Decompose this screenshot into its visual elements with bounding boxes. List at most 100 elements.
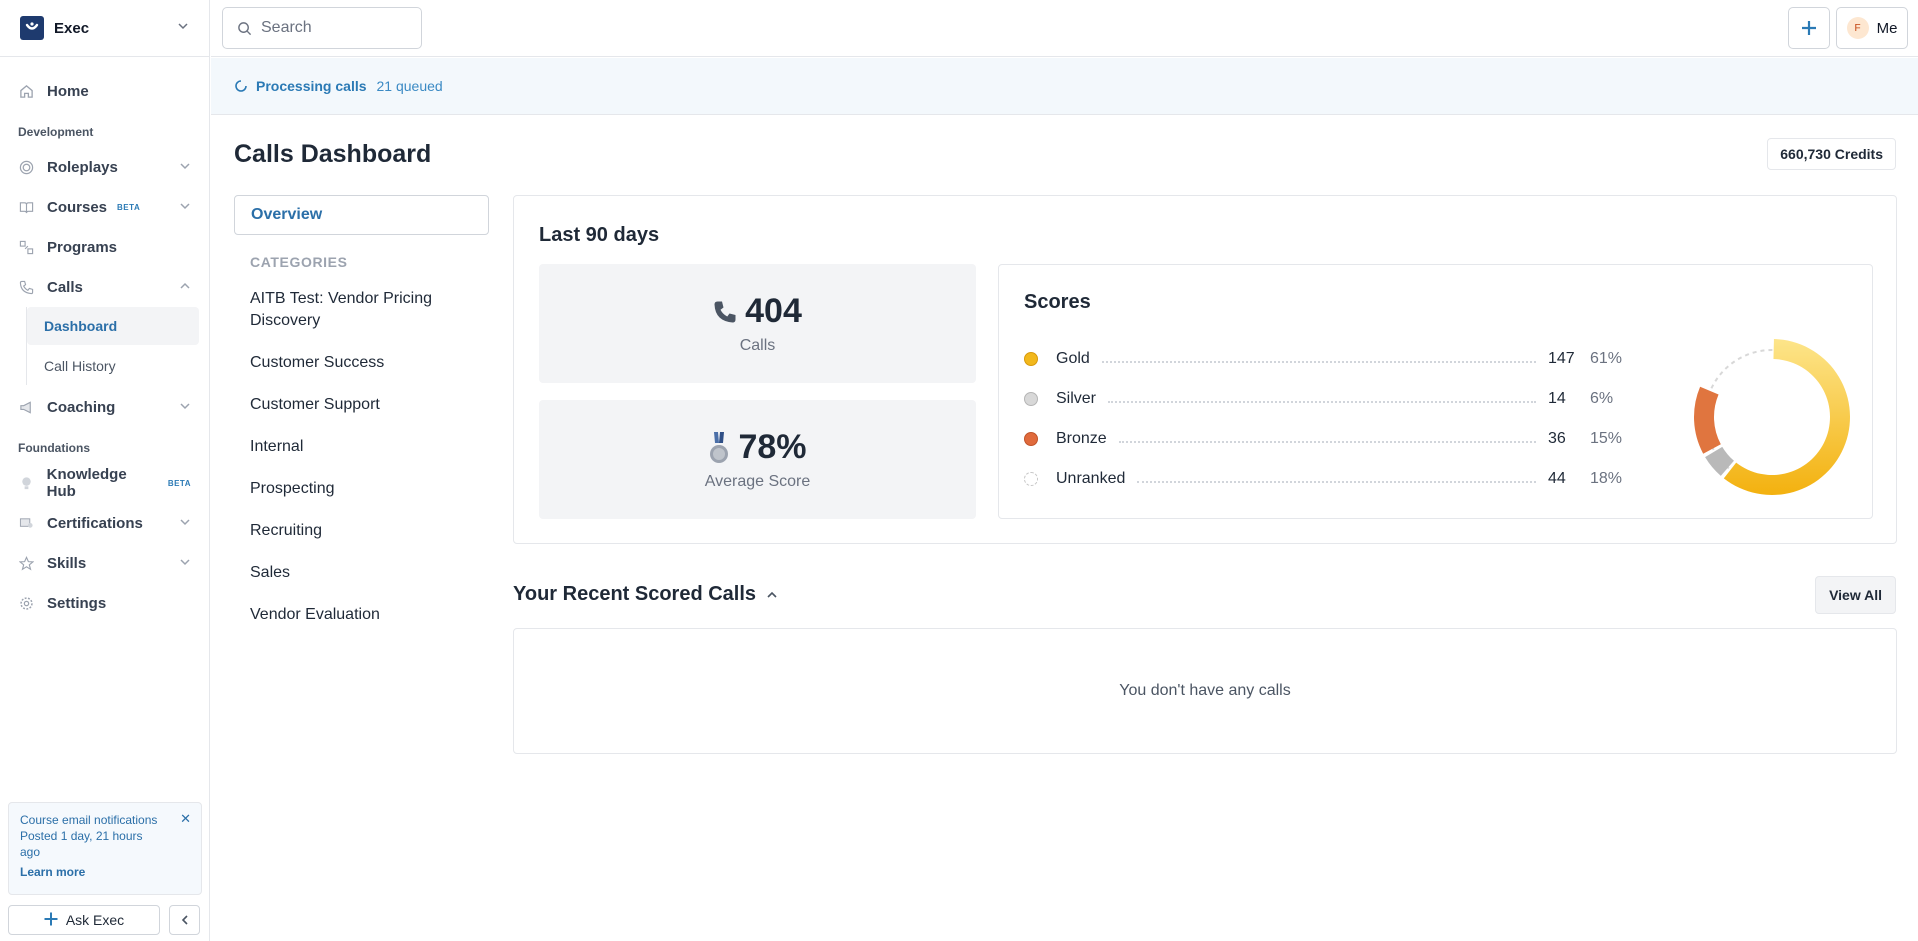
search-input[interactable]: Search [222,7,422,49]
calls-submenu: Dashboard Call History [26,307,209,385]
processing-status: Processing calls [256,78,367,94]
chevron-left-icon [181,915,188,925]
page-title: Calls Dashboard [234,140,432,168]
chevron-up-icon [179,279,191,296]
score-row-silver: Silver 14 6% [1024,387,1630,411]
chevron-down-icon [179,159,191,176]
average-score-value: 78% [738,428,807,466]
sidebar-item-roleplays[interactable]: Roleplays [0,147,209,187]
megaphone-icon [18,399,35,416]
category-item[interactable]: Internal [234,426,489,468]
sidebar-item-label: Roleplays [47,158,118,176]
chevron-down-icon [179,515,191,532]
empty-message: You don't have any calls [1119,682,1291,699]
sidebar-item-dashboard[interactable]: Dashboard [27,307,199,345]
workspace-name: Exec [54,19,90,37]
ask-exec-label: Ask Exec [65,912,125,928]
sidebar-item-label: Programs [47,238,118,256]
phone-icon [18,279,35,296]
sidebar-item-label: Knowledge Hub [46,466,127,500]
create-button[interactable] [1788,7,1830,49]
score-name: Unranked [1056,470,1126,487]
sidebar-item-label: Home [47,82,89,100]
tab-overview[interactable]: Overview [234,195,489,235]
phone-icon [714,301,736,322]
category-item[interactable]: Sales [234,552,489,594]
sidebar-item-call-history[interactable]: Call History [27,347,199,385]
sidebar-item-courses[interactable]: Courses BETA [0,187,209,227]
chevron-down-icon [179,399,191,416]
workspace-switcher[interactable]: Exec [0,0,209,57]
sidebar: Exec Home Development Roleplays Courses … [0,0,210,941]
sidebar-item-home[interactable]: Home [0,71,209,111]
score-name: Silver [1056,390,1097,407]
bronze-segment [1694,386,1721,454]
learn-more-link[interactable]: Learn more [20,864,190,880]
star-icon [18,555,35,572]
sidebar-item-skills[interactable]: Skills [0,543,209,583]
score-percent: 6% [1590,390,1614,407]
sidebar-item-coaching[interactable]: Coaching [0,387,209,427]
sidebar-item-programs[interactable]: Programs [0,227,209,267]
category-item[interactable]: Customer Support [234,384,489,426]
user-label: Me [1876,19,1898,37]
score-donut-chart [1694,339,1850,495]
queued-count: 21 queued [376,78,443,94]
score-percent: 61% [1590,350,1623,367]
search-placeholder: Search [261,19,312,36]
bronze-icon [1024,432,1038,446]
ask-exec-button[interactable]: Ask Exec [8,905,160,935]
score-leader-line [1118,441,1536,443]
category-item[interactable]: Recruiting [234,510,489,552]
category-item[interactable]: Prospecting [234,468,489,510]
sidebar-item-knowledge-hub[interactable]: Knowledge Hub BETA [0,463,209,503]
sidebar-item-settings[interactable]: Settings [0,583,209,623]
sidebar-item-label: Skills [47,554,87,572]
gold-icon [1024,352,1038,366]
score-name: Bronze [1056,430,1107,447]
silver-icon [1024,392,1038,406]
score-leader-line [1137,481,1536,483]
sidebar-item-certifications[interactable]: Certifications [0,503,209,543]
sidebar-item-label: Courses [47,198,108,216]
period-title: Last 90 days [539,224,660,246]
scores-panel: Scores Gold 147 61% Silver 14 6% Bronze … [998,264,1873,519]
search-icon [238,21,252,35]
avatar: F [1846,17,1869,39]
categories-panel: Overview CATEGORIES AITB Test: Vendor Pr… [234,195,489,636]
score-percent: 18% [1590,470,1623,487]
book-icon [18,199,35,216]
sidebar-item-label: Calls [47,278,83,296]
lightbulb-icon [18,475,35,492]
score-leader-line [1108,401,1536,403]
recent-calls-empty: You don't have any calls [513,628,1897,754]
stats-card: Last 90 days 404 Calls 78% Average Score… [513,195,1897,544]
chevron-down-icon [179,555,191,572]
category-item[interactable]: Customer Success [234,342,489,384]
medal-icon [710,431,729,463]
score-name: Gold [1056,350,1090,367]
calls-label: Calls [739,337,776,354]
category-item[interactable]: Vendor Evaluation [234,594,489,636]
notification-title: Course email notifications [20,813,158,827]
credits-badge: 660,730 Credits [1767,138,1896,170]
view-all-button[interactable]: View All [1815,576,1896,614]
recent-calls-label: Your Recent Scored Calls [513,583,757,605]
course-notification: ✕ Course email notifications Posted 1 da… [8,802,202,895]
score-leader-line [1101,361,1536,363]
plus-sparkle-icon [1802,21,1816,35]
target-icon [18,159,35,176]
score-count: 147 [1548,350,1575,367]
close-icon[interactable]: ✕ [180,811,191,827]
workspace-logo-icon [20,16,44,40]
user-menu-button[interactable]: F Me [1836,7,1908,49]
sidebar-item-calls[interactable]: Calls [0,267,209,307]
sidebar-nav: Home Development Roleplays Courses BETA … [0,57,209,623]
top-bar: Search F Me [211,0,1918,57]
sidebar-item-label: Coaching [47,398,116,416]
category-item[interactable]: AITB Test: Vendor Pricing Discovery [234,278,489,342]
collapse-sidebar-button[interactable] [169,905,200,935]
recent-calls-title[interactable]: Your Recent Scored Calls [513,583,778,606]
notification-posted: Posted 1 day, 21 hours ago [20,829,143,859]
calls-stat: 404 Calls [539,264,976,383]
